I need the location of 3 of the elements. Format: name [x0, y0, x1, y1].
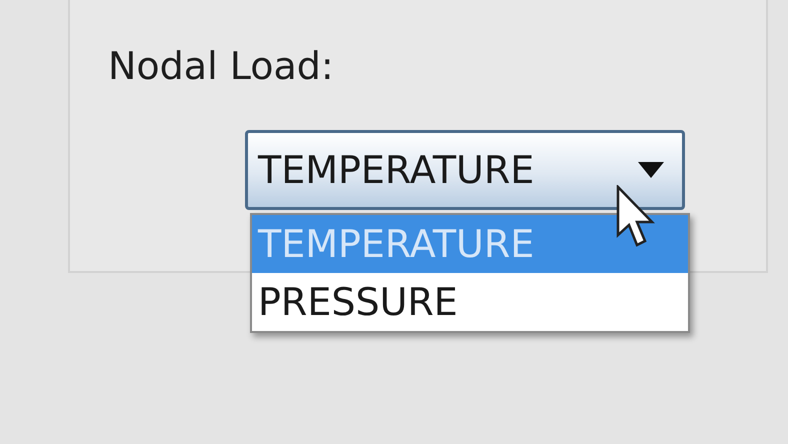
field-label: Nodal Load: [108, 43, 335, 90]
caret-icon [638, 162, 664, 178]
dropdown-option[interactable]: PRESSURE [252, 273, 688, 331]
